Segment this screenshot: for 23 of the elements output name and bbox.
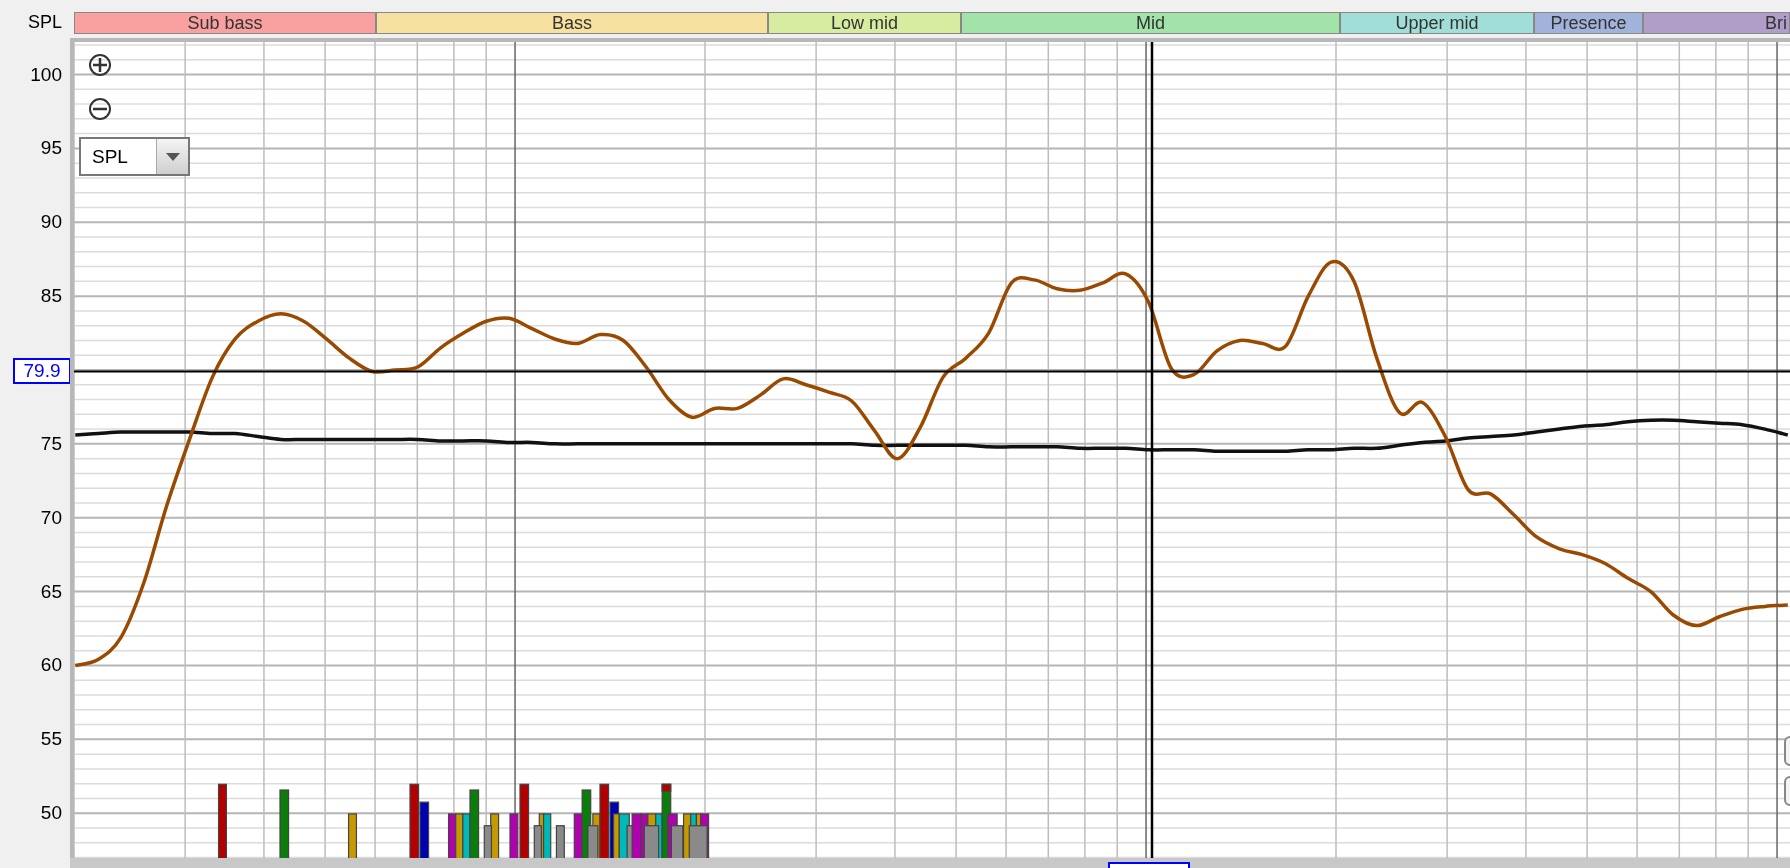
axis-tick-label: 65 [40,580,62,603]
cursor-level-label: 79.9 [13,358,71,385]
band-label: Bri [1643,12,1790,34]
band-label: Bass [376,12,768,34]
axis-tick-label: 75 [40,432,62,455]
caret-icon [165,152,180,161]
band-label: Presence [1534,12,1643,34]
axis-tick-label: 70 [40,506,62,529]
axis-tick-label: 50 [40,802,62,825]
zoom-out-icon[interactable] [88,97,112,121]
axis-tick-label: 55 [40,728,62,751]
zoom-in-icon[interactable] [88,53,112,77]
axis-tick-label: 100 [30,63,62,86]
axis-tick-label: 85 [40,285,62,308]
axis-tick-label: 60 [40,654,62,677]
band-label: Sub bass [74,12,376,34]
axis-tick-label: 90 [40,211,62,234]
graph-type-dropdown[interactable]: SPL [79,137,190,176]
band-label: Upper mid [1340,12,1534,34]
axis-title: SPL [27,11,62,34]
band-label: Low mid [768,12,961,34]
band-label: Mid [961,12,1340,34]
axis-tick-label: 95 [40,137,62,160]
